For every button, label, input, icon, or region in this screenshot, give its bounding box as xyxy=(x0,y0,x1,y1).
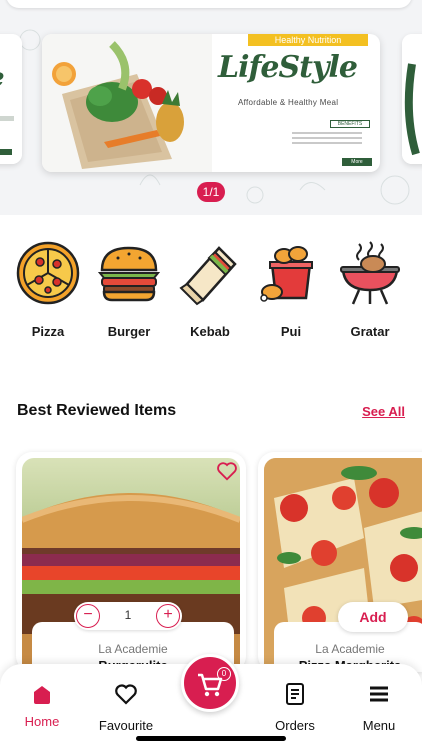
orders-receipt-icon xyxy=(286,683,304,705)
carousel-pager: 1/1 xyxy=(197,182,225,202)
item-restaurant: La Academie xyxy=(315,642,385,656)
increase-quantity-button[interactable]: + xyxy=(156,604,180,628)
burger-icon xyxy=(97,246,161,302)
nav-label: Menu xyxy=(362,718,396,733)
cart-icon xyxy=(198,673,223,697)
category-label: Pui xyxy=(280,324,302,339)
home-icon xyxy=(34,686,50,704)
cart-button[interactable]: 0 xyxy=(181,654,239,712)
grill-icon xyxy=(340,241,400,305)
decrease-quantity-button[interactable]: − xyxy=(76,604,100,628)
banner-thumb-left: e xyxy=(0,34,22,164)
category-pizza[interactable]: Pizza xyxy=(13,240,83,339)
section-title: Best Reviewed Items xyxy=(17,402,177,419)
banner-tagline: Affordable & Healthy Meal xyxy=(238,98,339,107)
banner-benefits-label: BENEFITS xyxy=(330,120,370,128)
category-label: Gratar xyxy=(350,324,390,339)
cart-count-badge: 0 xyxy=(217,667,231,681)
add-to-cart-button[interactable]: Add xyxy=(338,602,408,632)
item-card[interactable]: La Academie Pizza Margherita Add xyxy=(258,452,422,672)
category-burger[interactable]: Burger xyxy=(94,240,164,339)
quantity-value: 1 xyxy=(124,608,132,622)
category-list: Pizza Burger Kebab Pui Gratar xyxy=(0,240,422,350)
nav-menu[interactable]: Menu xyxy=(344,682,414,733)
vegetables-bag-image xyxy=(42,34,212,172)
svg-text:e: e xyxy=(0,63,5,93)
pizza-icon xyxy=(16,241,80,305)
banner-text-lines xyxy=(292,132,380,147)
item-card[interactable]: La Academie Burgerulite − 1 + xyxy=(16,452,246,672)
banner-card-prev[interactable]: e xyxy=(0,34,22,164)
promo-carousel[interactable]: e Healthy Nutrition LifeStyle A xyxy=(0,0,422,215)
nav-orders[interactable]: Orders xyxy=(260,682,330,733)
home-indicator xyxy=(136,736,286,741)
category-gratar[interactable]: Gratar xyxy=(335,240,405,339)
chicken-icon xyxy=(260,246,313,302)
nav-label: Home xyxy=(24,714,60,729)
banner-more-button[interactable]: More xyxy=(342,158,372,166)
banner-thumb-right xyxy=(402,34,422,164)
category-label: Burger xyxy=(107,324,151,339)
category-kebab[interactable]: Kebab xyxy=(175,240,245,339)
search-bar[interactable] xyxy=(6,0,412,8)
favourite-heart-icon[interactable] xyxy=(216,460,238,482)
banner-card-lifestyle[interactable]: Healthy Nutrition LifeStyle Affordable &… xyxy=(42,34,380,172)
category-label: Kebab xyxy=(190,324,230,339)
banner-card-next[interactable] xyxy=(402,34,422,164)
nav-label: Orders xyxy=(275,718,315,733)
heart-icon xyxy=(115,684,137,705)
quantity-stepper: − 1 + xyxy=(74,602,182,630)
nav-home[interactable]: Home xyxy=(7,682,77,729)
category-label: Pizza xyxy=(31,324,65,339)
nav-label: Favourite xyxy=(98,718,154,733)
banner-ribbon: Healthy Nutrition xyxy=(248,34,368,46)
banner-brand-title: LifeStyle xyxy=(218,50,358,85)
kebab-icon xyxy=(179,246,237,306)
hamburger-menu-icon xyxy=(370,686,388,702)
category-pui[interactable]: Pui xyxy=(256,240,326,339)
nav-favourite[interactable]: Favourite xyxy=(91,682,161,733)
see-all-link[interactable]: See All xyxy=(362,404,405,419)
